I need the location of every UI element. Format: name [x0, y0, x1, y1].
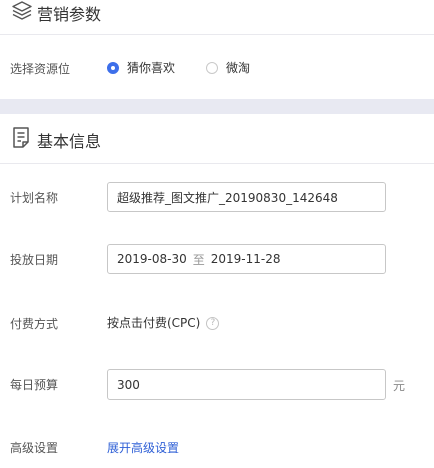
radio-weitao-label: 微淘 — [226, 61, 251, 75]
section-marketing-header: 营销参数 — [0, 0, 434, 24]
billing-value-wrap: 按点击付费(CPC)? — [107, 314, 220, 331]
radio-checked-indicator[interactable] — [107, 61, 119, 74]
radio-weitao[interactable]: 微淘 — [206, 59, 250, 76]
section-basic-title: 基本信息 — [37, 132, 102, 151]
divider — [0, 163, 434, 164]
section-separator-band — [0, 99, 434, 114]
radio-guess-you-like[interactable]: 猜你喜欢 — [107, 59, 175, 76]
budget-label: 每日预算 — [10, 378, 59, 392]
budget-unit: 元 — [393, 379, 406, 393]
section-marketing-title: 营销参数 — [37, 5, 102, 24]
plan-name-label: 计划名称 — [10, 191, 59, 205]
date-end: 2019-11-28 — [210, 252, 281, 266]
expand-advanced-link[interactable]: 展开高级设置 — [107, 439, 179, 456]
layers-icon — [12, 1, 32, 20]
budget-input[interactable]: 300 — [107, 369, 386, 400]
plan-name-input[interactable]: 超级推荐_图文推广_20190830_142648 — [107, 182, 386, 212]
radio-guess-you-like-label: 猜你喜欢 — [127, 61, 176, 75]
advanced-label: 高级设置 — [10, 441, 59, 455]
help-icon[interactable]: ? — [206, 317, 220, 330]
billing-value: 按点击付费(CPC) — [107, 316, 201, 330]
page: 营销参数 选择资源位 猜你喜欢 微淘 基本信息 计划名称 超级推荐_图文推广_2… — [0, 0, 434, 468]
document-icon — [13, 127, 29, 148]
plan-name-value: 超级推荐_图文推广_20190830_142648 — [117, 190, 338, 205]
date-range-picker[interactable]: 2019-08-30 至 2019-11-28 — [107, 244, 386, 274]
divider — [0, 34, 434, 35]
date-separator: 至 — [192, 252, 205, 267]
date-start: 2019-08-30 — [117, 252, 187, 266]
date-label: 投放日期 — [10, 253, 59, 267]
budget-value: 300 — [117, 377, 140, 392]
radio-unchecked-indicator[interactable] — [206, 61, 218, 74]
billing-label: 付费方式 — [10, 317, 59, 331]
resource-label: 选择资源位 — [10, 62, 71, 76]
